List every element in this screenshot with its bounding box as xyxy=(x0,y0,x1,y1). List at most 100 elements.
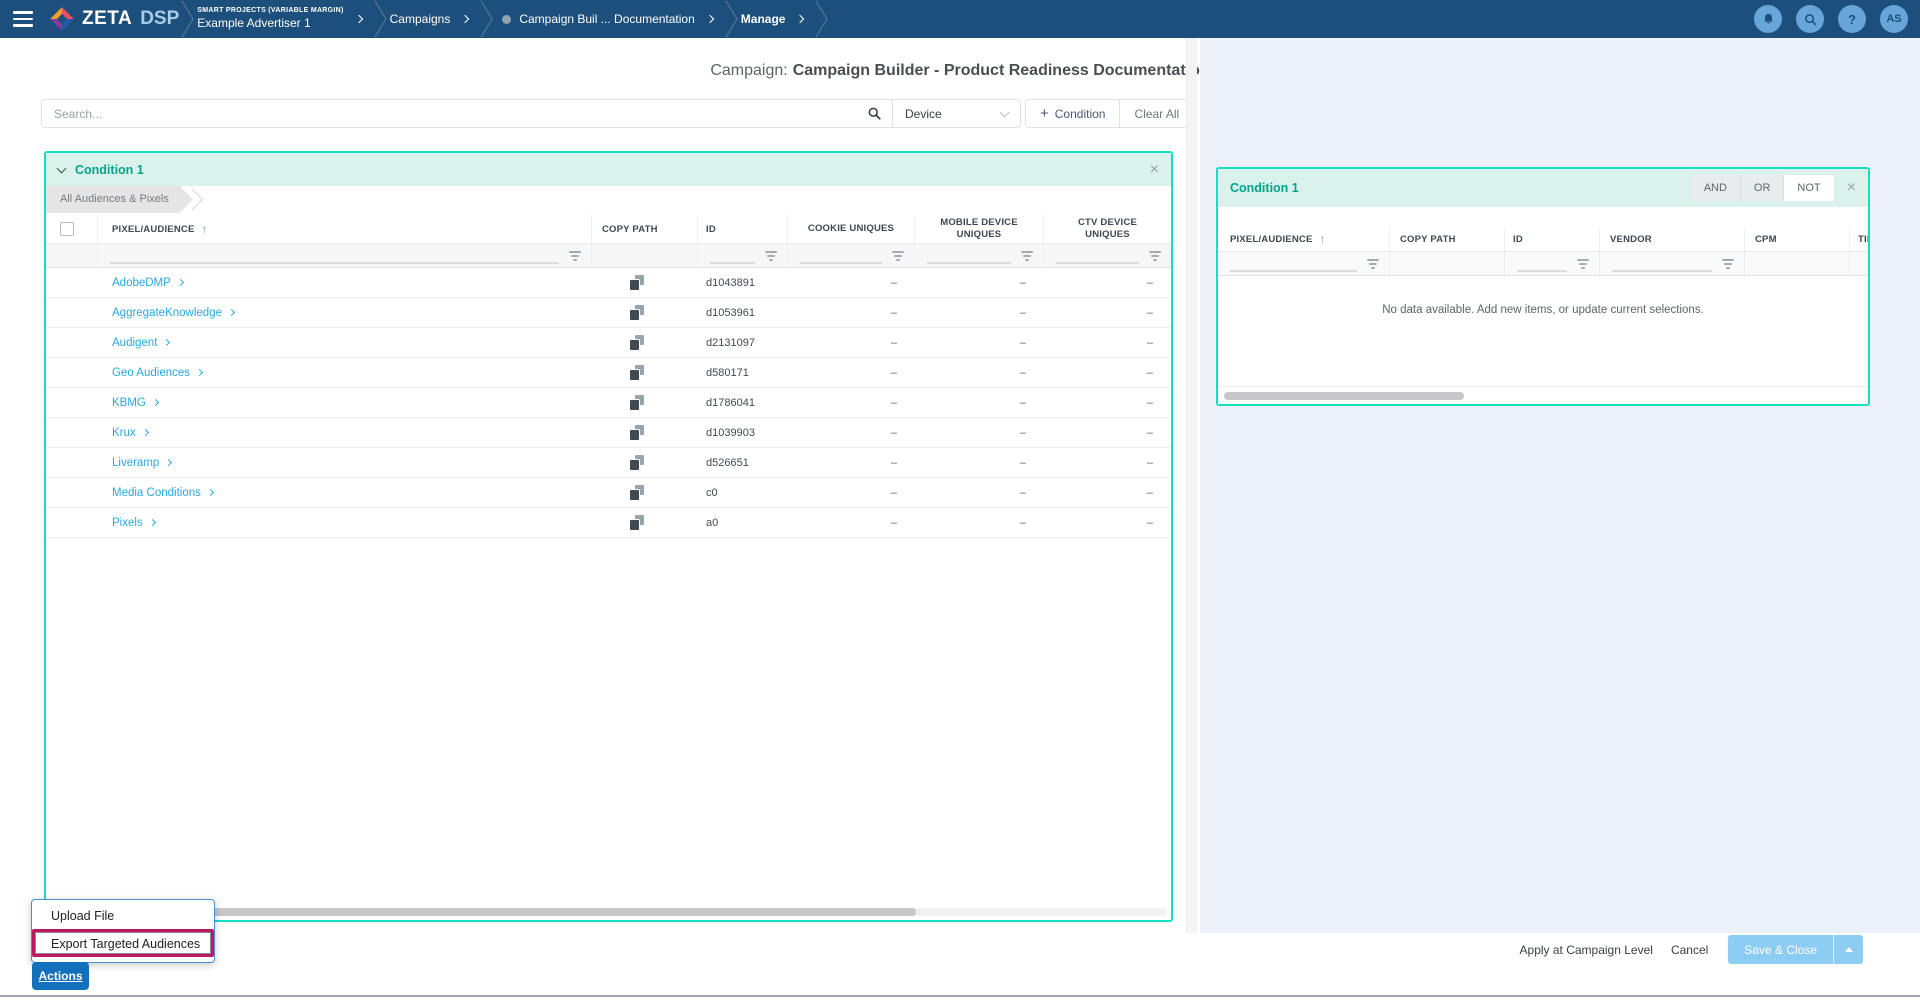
right-condition-title: Condition 1 xyxy=(1230,181,1299,195)
operator-and-button[interactable]: AND xyxy=(1691,175,1740,201)
hamburger-menu-icon[interactable] xyxy=(13,7,33,31)
breadcrumb-advertiser[interactable]: SMART PROJECTS (VARIABLE MARGIN) Example… xyxy=(197,7,343,31)
left-condition-close-icon[interactable]: × xyxy=(1150,161,1159,178)
column-id[interactable]: ID xyxy=(1505,227,1600,251)
menu-item-export-targeted-audiences[interactable]: Export Targeted Audiences xyxy=(35,932,211,954)
breadcrumb-manage[interactable]: Manage xyxy=(741,12,786,26)
copy-path-icon[interactable] xyxy=(630,515,644,530)
filter-input-id[interactable] xyxy=(1517,255,1567,272)
brand-zeta: ZETA xyxy=(82,8,133,29)
breadcrumb-campaigns[interactable]: Campaigns xyxy=(390,12,451,26)
audience-link[interactable]: KBMG xyxy=(112,397,159,409)
dimension-select-value: Device xyxy=(905,106,942,121)
condition-buttons-group: + Condition Clear All xyxy=(1025,99,1195,128)
column-pixel-audience[interactable]: PIXEL/AUDIENCE ↑ xyxy=(1218,227,1390,251)
column-vendor[interactable]: VENDOR xyxy=(1600,227,1745,251)
vertical-scrollbar-track[interactable] xyxy=(1186,38,1197,933)
operator-or-button[interactable]: OR xyxy=(1739,175,1784,201)
search-submit-button[interactable] xyxy=(856,100,892,127)
tab-all-audiences-pixels[interactable]: All Audiences & Pixels xyxy=(46,186,193,213)
save-and-close-button[interactable]: Save & Close xyxy=(1728,935,1833,964)
sort-ascending-icon[interactable]: ↑ xyxy=(202,222,208,236)
audience-link[interactable]: Liveramp xyxy=(112,457,173,469)
filter-input-ctv[interactable] xyxy=(1056,247,1139,264)
page-title-prefix: Campaign: xyxy=(710,62,788,79)
save-options-caret-button[interactable] xyxy=(1833,935,1863,964)
copy-path-icon[interactable] xyxy=(630,425,644,440)
audience-link[interactable]: Krux xyxy=(112,426,149,439)
mobile-uniques-value: – xyxy=(1019,426,1026,439)
cancel-button[interactable]: Cancel xyxy=(1671,943,1708,957)
filter-icon[interactable] xyxy=(1577,258,1589,269)
right-condition-close-icon[interactable]: × xyxy=(1847,180,1856,196)
zeta-dsp-logo[interactable]: ZETA DSP xyxy=(49,6,179,32)
copy-path-icon[interactable] xyxy=(630,455,644,470)
actions-button[interactable]: Actions xyxy=(32,962,89,990)
chevron-right-icon xyxy=(461,14,470,24)
filter-icon[interactable] xyxy=(1021,250,1033,261)
filter-input-id[interactable] xyxy=(710,247,755,264)
filter-icon[interactable] xyxy=(1149,250,1161,261)
menu-item-upload-file[interactable]: Upload File xyxy=(32,904,214,928)
audience-link-label: Krux xyxy=(112,426,136,439)
filter-input-mobile[interactable] xyxy=(927,247,1011,264)
filter-icon[interactable] xyxy=(765,250,777,261)
column-time-truncated[interactable]: TIM xyxy=(1850,227,1868,251)
filter-input-cookie[interactable] xyxy=(800,247,882,264)
audience-link[interactable]: Geo Audiences xyxy=(112,367,204,379)
apply-at-campaign-level-link[interactable]: Apply at Campaign Level xyxy=(1520,943,1653,957)
notifications-button[interactable] xyxy=(1754,5,1782,33)
breadcrumb-campaign[interactable]: Campaign Buil ... Documentation xyxy=(519,12,694,26)
audience-link[interactable]: AggregateKnowledge xyxy=(112,307,236,319)
add-condition-button[interactable]: + Condition xyxy=(1026,100,1121,127)
column-cookie-uniques[interactable]: COOKIE UNIQUES xyxy=(788,215,915,243)
column-mobile-device-uniques[interactable]: MOBILE DEVICE UNIQUES xyxy=(915,215,1044,243)
copy-path-icon[interactable] xyxy=(630,305,644,320)
global-search-button[interactable] xyxy=(1796,5,1824,33)
filter-icon[interactable] xyxy=(1367,258,1379,269)
dimension-select[interactable]: Device xyxy=(892,100,1020,127)
copy-path-icon[interactable] xyxy=(630,275,644,290)
copy-path-icon[interactable] xyxy=(630,395,644,410)
ctv-uniques-value: – xyxy=(1146,426,1153,439)
breadcrumb-separator xyxy=(725,0,738,38)
collapse-chevron-icon[interactable] xyxy=(56,163,67,173)
user-avatar[interactable]: AS xyxy=(1880,5,1908,33)
audience-link[interactable]: AdobeDMP xyxy=(112,277,184,289)
filter-input-vendor[interactable] xyxy=(1612,255,1712,272)
filter-input-pixel[interactable] xyxy=(110,247,559,264)
page-title-name: Campaign Builder - Product Readiness Doc… xyxy=(792,62,1210,79)
operator-not-button[interactable]: NOT xyxy=(1783,175,1834,201)
left-condition-title: Condition 1 xyxy=(75,162,144,177)
clear-all-button[interactable]: Clear All xyxy=(1120,100,1193,127)
filter-icon[interactable] xyxy=(1722,258,1734,269)
filter-icon[interactable] xyxy=(569,250,581,261)
audience-link[interactable]: Audigent xyxy=(112,337,171,349)
search-input[interactable] xyxy=(42,100,856,127)
breadcrumb-separator xyxy=(374,0,387,38)
audience-link[interactable]: Pixels xyxy=(112,516,156,529)
horizontal-scrollbar-thumb[interactable] xyxy=(132,908,916,916)
help-button[interactable]: ? xyxy=(1838,5,1866,33)
copy-path-icon[interactable] xyxy=(630,365,644,380)
highlight-annotation-box: Export Targeted Audiences xyxy=(32,929,214,957)
audience-link[interactable]: Media Conditions xyxy=(112,487,214,499)
left-horizontal-scrollbar[interactable] xyxy=(50,908,1167,916)
audience-link-label: Pixels xyxy=(112,516,143,529)
save-and-close-split-button: Save & Close xyxy=(1728,935,1863,964)
audience-table-rows: AdobeDMP d1043891 – – – AggregateKnowled… xyxy=(46,268,1171,538)
left-table-filter-row xyxy=(46,243,1171,268)
column-ctv-device-uniques[interactable]: CTV DEVICE UNIQUES xyxy=(1044,215,1171,243)
filter-input-pixel[interactable] xyxy=(1230,255,1357,272)
select-all-checkbox[interactable] xyxy=(60,222,74,236)
column-pixel-audience[interactable]: PIXEL/AUDIENCE ↑ xyxy=(98,215,592,243)
copy-path-icon[interactable] xyxy=(630,335,644,350)
column-cpm[interactable]: CPM xyxy=(1745,227,1850,251)
sort-ascending-icon[interactable]: ↑ xyxy=(1320,232,1326,246)
chevron-down-icon xyxy=(999,107,1010,117)
column-id[interactable]: ID xyxy=(698,215,788,243)
filter-icon[interactable] xyxy=(892,250,904,261)
audience-id: d2131097 xyxy=(706,336,755,349)
horizontal-scrollbar-thumb[interactable] xyxy=(1224,392,1464,400)
copy-path-icon[interactable] xyxy=(630,485,644,500)
